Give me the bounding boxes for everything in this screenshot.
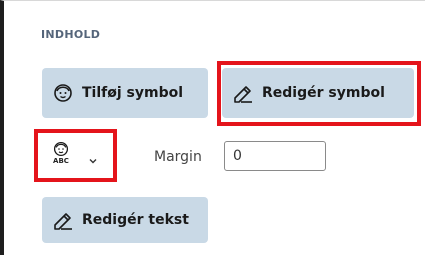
pencil-icon — [52, 209, 74, 231]
content-panel: INDHOLD Tilføj symbol Redigér symbol ABC… — [0, 0, 425, 255]
edit-text-label: Redigér tekst — [82, 212, 189, 228]
highlight-frame-edit-symbol — [217, 61, 421, 126]
face-icon — [52, 82, 74, 104]
margin-input[interactable] — [224, 141, 326, 171]
margin-label: Margin — [154, 149, 202, 165]
add-symbol-label: Tilføj symbol — [82, 85, 184, 101]
highlight-frame-dropdown — [34, 129, 117, 182]
section-title: INDHOLD — [41, 28, 101, 41]
add-symbol-button[interactable]: Tilføj symbol — [42, 68, 208, 118]
edit-text-button[interactable]: Redigér tekst — [42, 197, 208, 243]
